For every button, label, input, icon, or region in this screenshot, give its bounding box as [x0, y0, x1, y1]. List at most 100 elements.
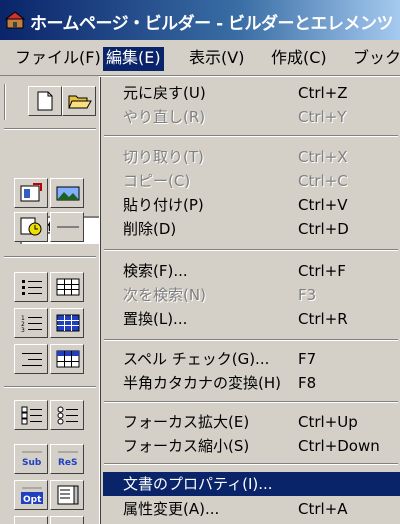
spell-check-label: スペル チェック(G)... — [123, 350, 270, 368]
menu-item-find[interactable]: 検索(F)... Ctrl+F — [103, 259, 400, 283]
option-label: Opt — [23, 495, 42, 505]
kana-convert-shortcut: F8 — [298, 374, 317, 392]
redo-label: やり直し(R) — [123, 108, 206, 126]
table-colored-button[interactable] — [50, 308, 84, 338]
submit-label: Sub — [22, 458, 42, 468]
find-next-label: 次を検索(N) — [123, 286, 206, 304]
text-area-button[interactable] — [50, 480, 84, 510]
menu-item-kana-convert[interactable]: 半角カタカナの変換(H) F8 — [103, 371, 400, 395]
menu-separator — [104, 463, 398, 465]
focus-zoom-out-shortcut: Ctrl+Down — [298, 437, 380, 455]
menu-separator — [104, 401, 398, 403]
radio-form-button[interactable] — [50, 400, 84, 430]
bullet-list-icon — [22, 280, 42, 295]
focus-zoom-out-label: フォーカス縮小(S) — [123, 437, 250, 455]
toolbar-divider — [4, 128, 96, 130]
menu-separator — [104, 135, 398, 137]
delete-label: 削除(D) — [123, 220, 177, 238]
delete-shortcut: Ctrl+D — [298, 220, 349, 238]
clock-icon — [20, 217, 42, 236]
toolbar-grip — [4, 84, 6, 120]
picture-icon — [56, 186, 80, 201]
insert-picture-button[interactable] — [50, 178, 84, 208]
edit-menu-dropdown: 元に戻す(U) Ctrl+Z やり直し(R) Ctrl+Y 切り取り(T) Ct… — [99, 76, 400, 524]
more-tool-button[interactable] — [14, 516, 48, 524]
text-area-icon — [57, 485, 79, 505]
open-folder-icon — [68, 95, 92, 109]
image-icon — [20, 183, 42, 202]
menu-file[interactable]: ファイル(F) — [12, 47, 104, 71]
undo-shortcut: Ctrl+Z — [298, 84, 348, 102]
menu-item-cut[interactable]: 切り取り(T) Ctrl+X — [103, 145, 400, 169]
menu-item-focus-zoom-in[interactable]: フォーカス拡大(E) Ctrl+Up — [103, 410, 400, 434]
find-label: 検索(F)... — [123, 262, 188, 280]
bullet-list-button[interactable] — [14, 272, 48, 302]
window-title: ホームページ・ビルダー - ビルダーとエレメンツ — [30, 14, 394, 34]
option-icon: Opt — [21, 487, 43, 505]
option-button-tool[interactable]: Opt — [14, 480, 48, 510]
checkbox-list-icon — [21, 406, 42, 425]
numbered-list-button[interactable]: 123 — [14, 308, 48, 338]
undo-label: 元に戻す(U) — [123, 84, 206, 102]
menu-separator — [104, 249, 398, 251]
definition-list-button[interactable] — [14, 344, 48, 374]
menu-item-doc-properties[interactable]: 文書のプロパティ(I)... — [103, 472, 400, 496]
menu-bookmark[interactable]: ブックマ — [350, 47, 400, 71]
svg-text:3: 3 — [21, 327, 25, 334]
find-shortcut: Ctrl+F — [298, 262, 346, 280]
radio-list-icon — [57, 406, 78, 425]
paste-label: 貼り付け(P) — [123, 196, 204, 214]
numbered-list-icon: 123 — [21, 315, 42, 334]
attr-change-label: 属性変更(A)... — [123, 500, 220, 518]
menu-item-focus-zoom-out[interactable]: フォーカス縮小(S) Ctrl+Down — [103, 434, 400, 458]
table-grid-icon — [56, 350, 80, 368]
table-grid-button[interactable] — [50, 344, 84, 374]
menu-item-copy[interactable]: コピー(C) Ctrl+C — [103, 169, 400, 193]
menu-view[interactable]: 表示(V) — [186, 47, 247, 71]
menu-item-spell-check[interactable]: スペル チェック(G)... F7 — [103, 347, 400, 371]
more-tool-button-2[interactable] — [50, 516, 84, 524]
toolbar-divider — [4, 386, 96, 388]
menu-item-undo[interactable]: 元に戻す(U) Ctrl+Z — [103, 81, 400, 105]
insert-table-button[interactable] — [50, 272, 84, 302]
reset-label: ReS — [58, 458, 78, 468]
menu-edit[interactable]: 編集(E) — [103, 47, 164, 71]
menu-item-find-next[interactable]: 次を検索(N) F3 — [103, 283, 400, 307]
title-bar: ホームページ・ビルダー - ビルダーとエレメンツ — [0, 0, 400, 40]
menu-item-redo[interactable]: やり直し(R) Ctrl+Y — [103, 105, 400, 129]
colored-table-icon — [56, 314, 80, 332]
copy-shortcut: Ctrl+C — [298, 172, 348, 190]
insert-image-button[interactable] — [14, 178, 48, 208]
menu-item-attr-change[interactable]: 属性変更(A)... Ctrl+A — [103, 497, 400, 521]
spell-check-shortcut: F7 — [298, 350, 317, 368]
kana-convert-label: 半角カタカナの変換(H) — [123, 374, 281, 392]
menu-item-delete[interactable]: 削除(D) Ctrl+D — [103, 217, 400, 241]
menu-bar: ファイル(F) 編集(E) 表示(V) 作成(C) ブックマ — [0, 40, 400, 76]
paste-shortcut: Ctrl+V — [298, 196, 348, 214]
new-page-icon — [37, 91, 53, 111]
reset-icon: ReS — [58, 451, 78, 468]
menu-item-replace[interactable]: 置換(L)... Ctrl+R — [103, 307, 400, 331]
open-folder-button[interactable] — [62, 86, 96, 116]
new-page-button[interactable] — [28, 86, 62, 116]
attr-change-shortcut: Ctrl+A — [298, 500, 348, 518]
toolbar-divider — [4, 256, 96, 258]
cut-shortcut: Ctrl+X — [298, 148, 348, 166]
reset-button-tool[interactable]: ReS — [50, 444, 84, 474]
focus-zoom-in-label: フォーカス拡大(E) — [123, 413, 250, 431]
submit-button-tool[interactable]: Sub — [14, 444, 48, 474]
menu-separator — [104, 339, 398, 341]
checkbox-form-button[interactable] — [14, 400, 48, 430]
menu-create[interactable]: 作成(C) — [268, 47, 330, 71]
focus-zoom-in-shortcut: Ctrl+Up — [298, 413, 358, 431]
table-icon — [56, 278, 80, 296]
horizontal-rule-icon — [57, 226, 79, 228]
replace-shortcut: Ctrl+R — [298, 310, 348, 328]
horizontal-rule-button[interactable] — [50, 212, 84, 242]
menu-item-paste[interactable]: 貼り付け(P) Ctrl+V — [103, 193, 400, 217]
insert-clock-button[interactable] — [14, 212, 48, 242]
app-icon[interactable] — [5, 10, 25, 30]
left-toolbar: 標準 — [0, 76, 100, 524]
doc-properties-label: 文書のプロパティ(I)... — [123, 475, 273, 493]
copy-label: コピー(C) — [123, 172, 191, 190]
